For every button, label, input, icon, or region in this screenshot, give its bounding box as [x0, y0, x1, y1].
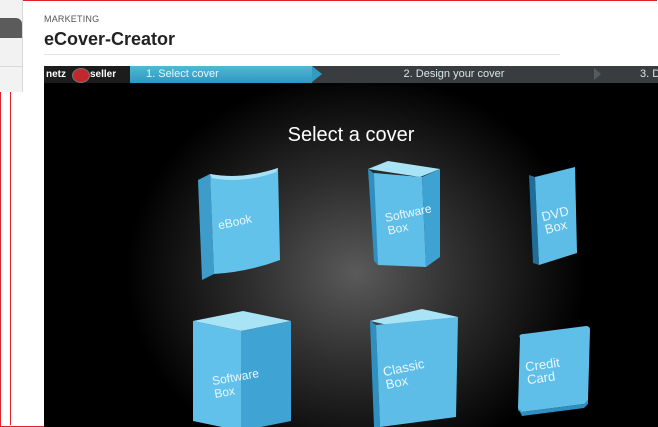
step-select-cover[interactable]: 1. Select cover	[130, 66, 312, 83]
sidebar-divider	[0, 66, 22, 67]
cover-stage: Select a cover eBook Software Box DVD Bo…	[44, 83, 658, 427]
cover-ebook[interactable]: eBook	[192, 168, 284, 283]
cover-software-box[interactable]: Software Box	[368, 161, 442, 271]
sidebar-edge	[10, 92, 11, 425]
netzreseller-logo: netz seller	[44, 66, 130, 83]
cover-classic-box[interactable]: Classic Box	[366, 309, 466, 427]
sidebar-tab[interactable]	[0, 18, 22, 38]
page-title: eCover-Creator	[44, 29, 176, 49]
step-2-label: 2. Design your cover	[403, 68, 505, 80]
step-design-cover[interactable]: 2. Design your cover	[354, 66, 554, 83]
logo-text-right: seller	[90, 69, 117, 80]
step-1-label: 1. Select cover	[146, 68, 219, 80]
logo-text-left: netz	[46, 69, 66, 80]
ecover-app: netz seller 1. Select cover 2. Design yo…	[44, 66, 658, 427]
cover-dvd-box[interactable]: DVD Box	[529, 167, 581, 269]
cover-software-box-2[interactable]: Software Box	[189, 311, 295, 427]
cover-label: DVD Box	[540, 203, 571, 237]
step-3-label: 3. D	[640, 68, 658, 80]
cover-label: Credit Card	[524, 354, 561, 388]
title-divider	[44, 54, 560, 55]
logo-badge-icon	[72, 68, 90, 83]
wizard-step-bar: netz seller 1. Select cover 2. Design yo…	[44, 66, 658, 83]
stage-title: Select a cover	[287, 124, 415, 146]
active-step-arrow	[312, 66, 322, 82]
left-sidebar	[0, 0, 23, 92]
section-label: MARKETING	[44, 14, 100, 24]
step-separator-icon	[594, 68, 601, 80]
cover-credit-card[interactable]: Credit Card	[514, 326, 596, 418]
step-3[interactable]: 3. D	[640, 66, 658, 83]
